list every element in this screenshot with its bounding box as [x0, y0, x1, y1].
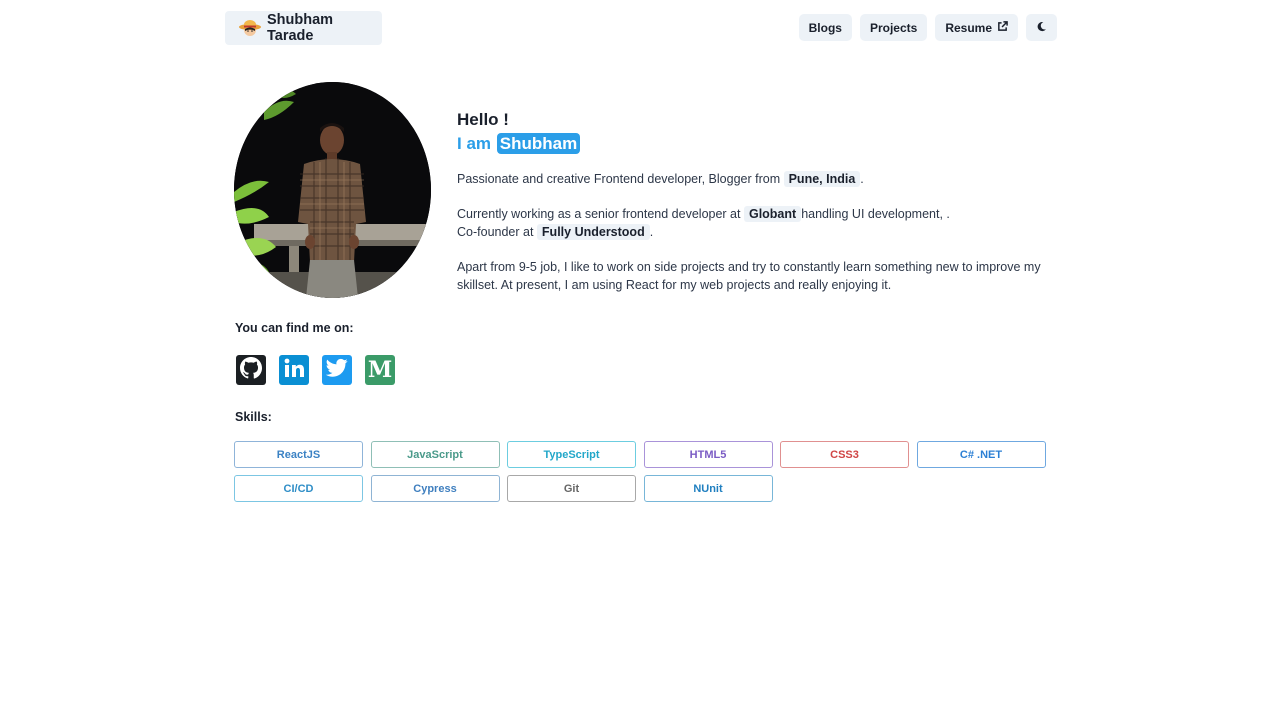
nav-projects-button[interactable]: Projects: [859, 14, 928, 41]
skill-label: TypeScript: [543, 448, 600, 461]
intro-paragraph-3: Apart from 9-5 job, I like to work on si…: [457, 260, 1041, 292]
brand-name: Shubham Tarade: [267, 12, 334, 44]
twitter-icon: [325, 358, 348, 383]
skill-label: Cypress: [413, 482, 457, 495]
nav-resume-label: Resume: [945, 20, 992, 35]
nav-resume-button[interactable]: Resume: [935, 14, 1018, 41]
github-link[interactable]: [236, 355, 266, 385]
linkedin-icon: [283, 357, 305, 384]
skill-cicd[interactable]: CI/CD: [234, 475, 363, 502]
skill-nunit[interactable]: NUnit: [643, 475, 773, 502]
skill-cypress[interactable]: Cypress: [370, 475, 500, 502]
skill-label: HTML5: [689, 448, 727, 461]
theme-toggle-button[interactable]: [1026, 14, 1057, 41]
linkedin-link[interactable]: [279, 355, 309, 385]
skill-label: CSS3: [830, 448, 859, 461]
cofounder-company-badge: Fully Understood: [536, 224, 650, 240]
name-heading: I am Shubham: [457, 131, 1057, 157]
skill-label: JavaScript: [407, 448, 463, 461]
skill-csharp-dotnet[interactable]: C# .NET: [916, 441, 1046, 468]
skill-label: C# .NET: [959, 448, 1003, 461]
social-links: M: [236, 355, 395, 385]
intro-section: Hello ! I am Shubham Passionate and crea…: [457, 110, 1057, 292]
nav-projects-label: Projects: [869, 20, 918, 35]
location-badge: Pune, India: [783, 171, 861, 187]
skill-javascript[interactable]: JavaScript: [370, 441, 500, 468]
straw-hat-avatar-icon: [239, 18, 261, 38]
skill-reactjs[interactable]: ReactJS: [234, 441, 363, 468]
skills-grid: ReactJS JavaScript TypeScript HTML5 CSS3…: [234, 441, 1054, 502]
skill-typescript[interactable]: TypeScript: [507, 441, 636, 468]
moon-icon: [1036, 21, 1047, 35]
p2-end: .: [649, 225, 654, 239]
cofounder-text: Co-founder at: [457, 225, 534, 239]
external-link-icon: [997, 20, 1008, 35]
p2-text: Currently working as a senior frontend d…: [457, 207, 741, 221]
nav-blogs-label: Blogs: [808, 20, 842, 35]
skill-git[interactable]: Git: [507, 475, 636, 502]
brand-home-link[interactable]: Shubham Tarade: [225, 11, 382, 45]
skill-css3[interactable]: CSS3: [780, 441, 909, 468]
medium-icon: M: [367, 357, 393, 383]
highlighted-name: Shubham: [496, 133, 581, 154]
skill-html5[interactable]: HTML5: [643, 441, 773, 468]
github-icon: [240, 356, 263, 384]
skill-label: NUnit: [693, 482, 723, 495]
skills-label: Skills:: [235, 410, 272, 424]
p1-end: .: [860, 172, 864, 186]
greeting-heading: Hello !: [457, 110, 509, 129]
company-badge: Globant: [743, 206, 802, 222]
skill-label: ReactJS: [276, 448, 321, 461]
p2-rest: handling UI development, .: [801, 207, 950, 221]
twitter-link[interactable]: [322, 355, 352, 385]
nav-blogs-button[interactable]: Blogs: [798, 14, 852, 41]
profile-photo: [234, 82, 431, 298]
p1-text: Passionate and creative Frontend develop…: [457, 172, 781, 186]
skill-label: Git: [563, 482, 580, 495]
medium-link[interactable]: M: [365, 355, 395, 385]
social-label: You can find me on:: [235, 321, 354, 335]
iam-prefix: I am: [457, 134, 492, 153]
nav-bar: Blogs Projects Resume: [798, 14, 1057, 41]
intro-paragraph-1: Passionate and creative Frontend develop…: [457, 170, 864, 188]
intro-paragraph-2: Currently working as a senior frontend d…: [457, 205, 950, 241]
header: Shubham Tarade Blogs Projects Resume: [225, 11, 1057, 45]
skill-label: CI/CD: [283, 482, 314, 495]
